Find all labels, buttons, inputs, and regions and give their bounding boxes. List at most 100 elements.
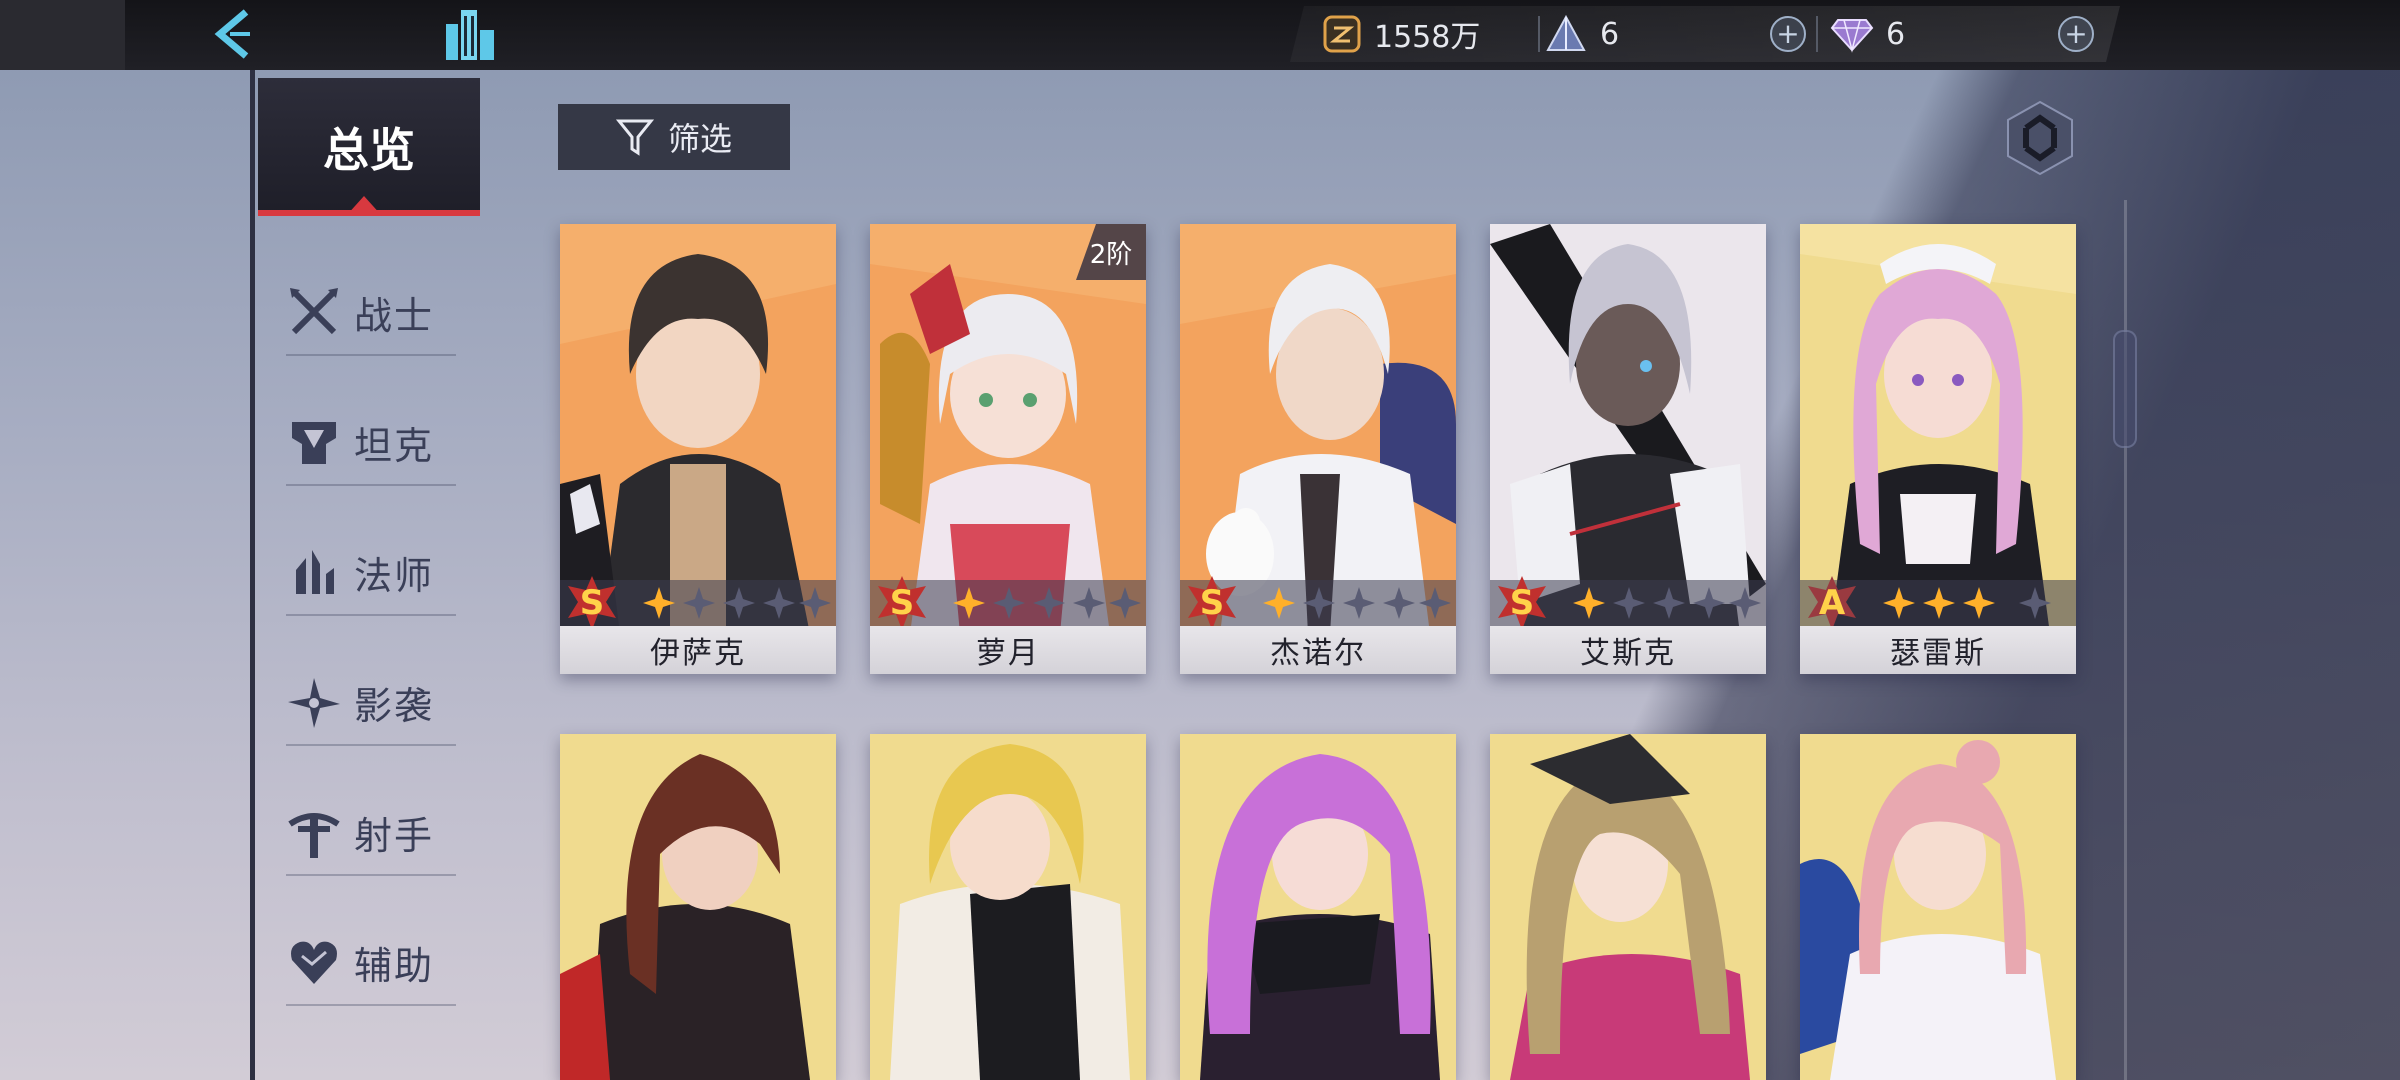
- diamond-amount: 6: [1886, 16, 1906, 52]
- grade-badge: S: [1494, 574, 1550, 632]
- tab-selected-indicator: [346, 196, 382, 216]
- category-marksman[interactable]: 射手: [286, 790, 456, 876]
- star-empty-icon: [993, 587, 1025, 619]
- category-label: 战士: [354, 293, 435, 338]
- category-label: 射手: [354, 813, 435, 858]
- star-lit-icon: [1963, 587, 1995, 619]
- diamond-icon: [1830, 19, 1874, 53]
- refresh-icon: [2007, 100, 2073, 176]
- hero-portrait: [1490, 734, 1766, 1080]
- hero-name: 萝月: [870, 626, 1146, 674]
- category-mage[interactable]: 法师: [286, 530, 456, 616]
- add-crystal-button[interactable]: +: [1770, 16, 1806, 52]
- city-buildings-icon: [446, 10, 494, 60]
- resource-divider: [1816, 16, 1818, 52]
- gold-coin-icon: [1323, 15, 1361, 53]
- star-lit-icon: [953, 587, 985, 619]
- hero-card[interactable]: [1180, 734, 1456, 1080]
- sidebar-divider: [250, 70, 255, 1080]
- hero-name: 伊萨克: [560, 626, 836, 674]
- filter-button[interactable]: 筛选: [558, 104, 790, 170]
- hero-card[interactable]: 2阶 S 萝月: [870, 224, 1146, 674]
- hero-card[interactable]: [1490, 734, 1766, 1080]
- category-label: 影袭: [354, 683, 435, 728]
- star-lit-icon: [1573, 587, 1605, 619]
- mage-icon: [296, 550, 334, 594]
- refresh-button[interactable]: [2002, 98, 2078, 178]
- hero-card[interactable]: A 瑟雷斯: [1800, 224, 2076, 674]
- hero-portrait: [1180, 734, 1456, 1080]
- star-empty-icon: [1693, 587, 1725, 619]
- star-empty-icon: [1653, 587, 1685, 619]
- hero-name: 瑟雷斯: [1800, 626, 2076, 674]
- category-assassin[interactable]: 影袭: [286, 660, 456, 746]
- grade-letter: S: [889, 583, 915, 623]
- crystal-resource: 6: [1544, 6, 1619, 62]
- category-warrior[interactable]: 战士: [286, 270, 456, 356]
- hero-portrait: [870, 734, 1146, 1080]
- hero-card[interactable]: S 伊萨克: [560, 224, 836, 674]
- hero-portrait: [1180, 224, 1456, 634]
- grade-letter: S: [1509, 583, 1535, 623]
- star-lit-icon: [1923, 587, 1955, 619]
- star-empty-icon: [763, 587, 795, 619]
- category-label: 辅助: [354, 943, 435, 988]
- star-empty-icon: [1343, 587, 1375, 619]
- gold-amount: 1558万: [1374, 20, 1481, 55]
- hero-portrait: [1800, 224, 2076, 634]
- category-tank[interactable]: 坦克: [286, 400, 456, 486]
- hero-card[interactable]: S 杰诺尔: [1180, 224, 1456, 674]
- home-button[interactable]: [440, 4, 500, 64]
- crystal-amount: 6: [1600, 16, 1620, 52]
- hero-card[interactable]: [1800, 734, 2076, 1080]
- star-empty-icon: [1729, 587, 1761, 619]
- star-empty-icon: [2019, 587, 2051, 619]
- grade-letter: S: [579, 583, 605, 623]
- star-empty-icon: [799, 587, 831, 619]
- grade-badge: S: [874, 574, 930, 632]
- tab-overview-label: 总览: [323, 123, 415, 177]
- hero-name: 艾斯克: [1490, 626, 1766, 674]
- crystal-pyramid-icon: [1546, 14, 1586, 51]
- hero-portrait: [560, 224, 836, 634]
- hero-portrait: [870, 224, 1146, 634]
- resource-divider: [1538, 16, 1540, 52]
- hero-card[interactable]: [870, 734, 1146, 1080]
- scrollbar-thumb[interactable]: [2113, 330, 2137, 448]
- grade-letter: A: [1818, 583, 1846, 623]
- hero-card[interactable]: S 艾斯克: [1490, 224, 1766, 674]
- top-bar: 1558万 6 + 6 +: [0, 0, 2400, 70]
- grade-badge: S: [1184, 574, 1240, 632]
- star-empty-icon: [1613, 587, 1645, 619]
- category-label: 坦克: [354, 423, 435, 468]
- diamond-resource: 6: [1830, 6, 1905, 62]
- heart-icon: [291, 941, 337, 984]
- hero-portrait: [560, 734, 836, 1080]
- funnel-icon: [615, 119, 654, 156]
- top-bar-left-block: [0, 0, 125, 70]
- category-support[interactable]: 辅助: [286, 920, 456, 1006]
- hero-card[interactable]: [560, 734, 836, 1080]
- back-button[interactable]: [200, 4, 270, 64]
- grade-badge: S: [564, 574, 620, 632]
- star-lit-icon: [1883, 587, 1915, 619]
- hero-portrait: [1490, 224, 1766, 634]
- swords-icon: [290, 288, 338, 335]
- star-empty-icon: [1419, 587, 1451, 619]
- shuriken-icon: [288, 678, 340, 728]
- chevron-left-icon: [214, 9, 250, 59]
- hero-name: 杰诺尔: [1180, 626, 1456, 674]
- star-empty-icon: [1109, 587, 1141, 619]
- star-lit-icon: [643, 587, 675, 619]
- grade-letter: S: [1199, 583, 1225, 623]
- category-label: 法师: [354, 553, 435, 598]
- grade-badge: A: [1804, 574, 1860, 632]
- star-empty-icon: [683, 587, 715, 619]
- filter-label: 筛选: [667, 120, 732, 158]
- shield-icon: [292, 422, 336, 464]
- hero-portrait: [1800, 734, 2076, 1080]
- add-diamond-button[interactable]: +: [2058, 16, 2094, 52]
- star-empty-icon: [1383, 587, 1415, 619]
- star-empty-icon: [723, 587, 755, 619]
- star-lit-icon: [1263, 587, 1295, 619]
